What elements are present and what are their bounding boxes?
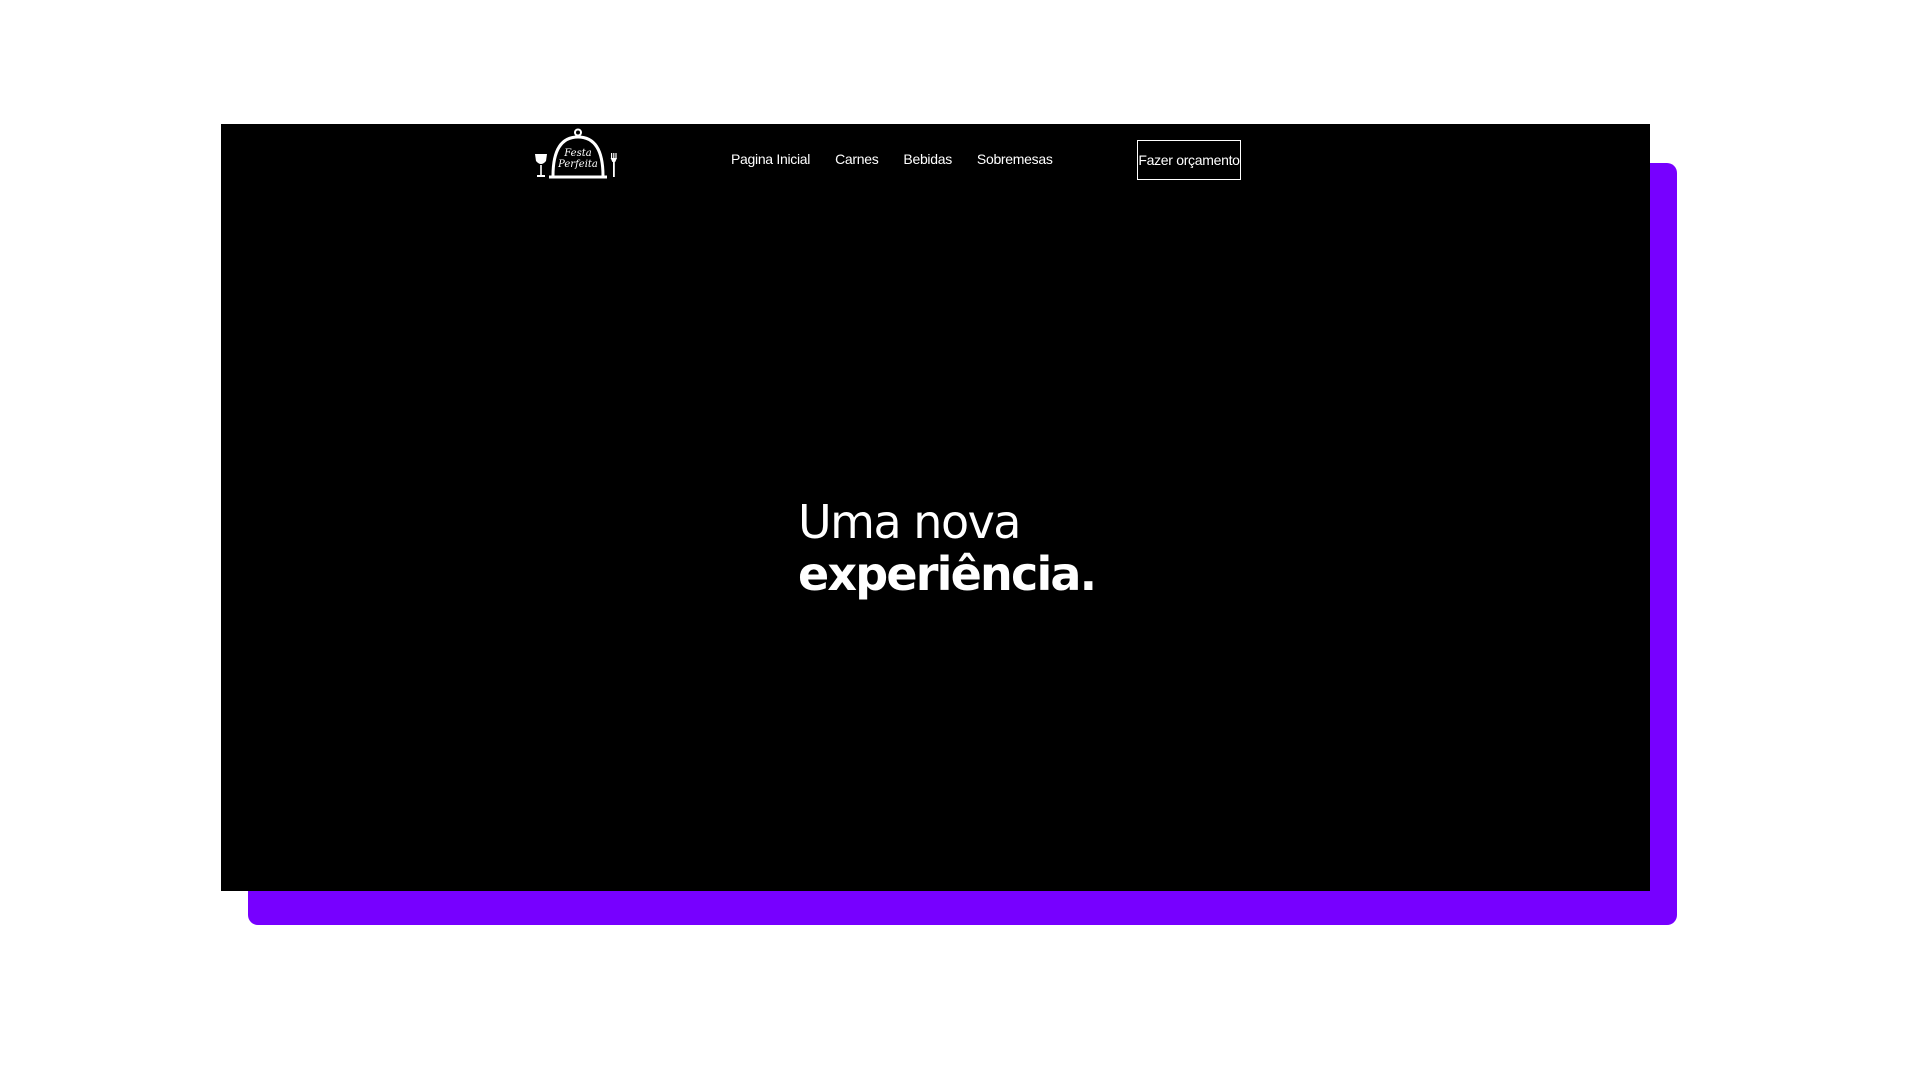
nav-item-sobremesas[interactable]: Sobremesas — [977, 151, 1053, 167]
page: Festa Perfeita Pagina Inicial Carnes Beb… — [0, 0, 1920, 1080]
nav-item-pagina-inicial[interactable]: Pagina Inicial — [731, 151, 810, 167]
wine-glass-icon — [535, 154, 547, 177]
website-preview: Festa Perfeita Pagina Inicial Carnes Beb… — [221, 124, 1650, 891]
svg-text:Festa: Festa — [563, 148, 591, 159]
hero-heading: Uma nova experiência. — [798, 495, 1097, 601]
svg-text:Perfeita: Perfeita — [557, 159, 598, 170]
main-nav: Pagina Inicial Carnes Bebidas Sobremesas — [731, 151, 1053, 167]
navbar: Festa Perfeita Pagina Inicial Carnes Beb… — [221, 124, 1650, 196]
brand-logo[interactable]: Festa Perfeita — [533, 127, 619, 185]
fork-icon — [610, 153, 617, 177]
hero-line-1: Uma nova — [798, 495, 1022, 549]
nav-item-bebidas[interactable]: Bebidas — [903, 151, 952, 167]
request-quote-button[interactable]: Fazer orçamento — [1137, 140, 1241, 180]
cloche-icon: Festa Perfeita — [549, 128, 607, 179]
hero-line-2: experiência. — [798, 547, 1097, 601]
nav-item-carnes[interactable]: Carnes — [835, 151, 879, 167]
